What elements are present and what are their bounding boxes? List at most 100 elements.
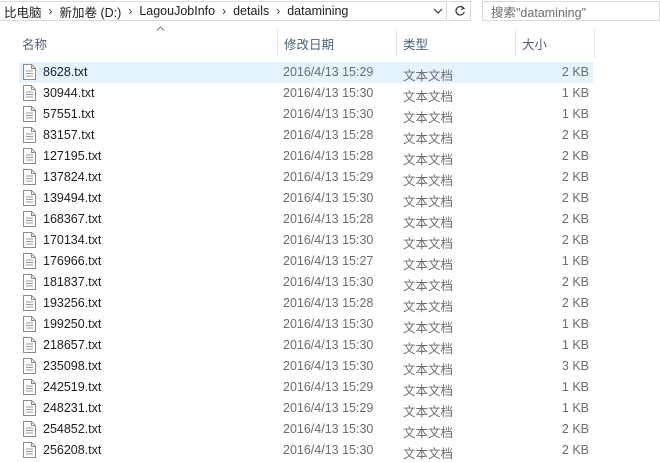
file-size: 2 KB — [561, 422, 589, 436]
text-file-icon — [23, 232, 36, 248]
breadcrumb-this-pc[interactable]: 比电脑 — [0, 2, 46, 20]
file-row[interactable]: 127195.txt 2016/4/13 15:28 文本文档 2 KB — [19, 146, 593, 167]
breadcrumb-separator[interactable]: › — [273, 4, 283, 18]
file-size: 2 KB — [561, 170, 589, 184]
file-name: 256208.txt — [43, 443, 102, 457]
column-header-type[interactable]: 类型 — [396, 29, 514, 57]
file-row[interactable]: 218657.txt 2016/4/13 15:30 文本文档 1 KB — [19, 335, 593, 356]
file-modified-date: 2016/4/13 15:28 — [283, 128, 374, 142]
file-type: 文本文档 — [403, 153, 454, 167]
file-type: 文本文档 — [403, 174, 454, 188]
file-modified-date: 2016/4/13 15:29 — [283, 380, 374, 394]
file-type: 文本文档 — [403, 342, 454, 356]
file-type: 文本文档 — [403, 90, 454, 104]
file-row[interactable]: 137824.txt 2016/4/13 15:29 文本文档 2 KB — [19, 167, 593, 188]
file-type: 文本文档 — [403, 279, 454, 293]
text-file-icon — [23, 379, 36, 395]
file-name: 57551.txt — [43, 107, 95, 121]
breadcrumb-separator[interactable]: › — [219, 4, 229, 18]
text-file-icon — [23, 274, 36, 290]
file-name: 199250.txt — [43, 317, 102, 331]
breadcrumb-details[interactable]: details — [229, 4, 273, 18]
file-name: 127195.txt — [43, 149, 102, 163]
file-modified-date: 2016/4/13 15:30 — [283, 317, 374, 331]
file-name: 254852.txt — [43, 422, 102, 436]
text-file-icon — [23, 64, 36, 80]
file-modified-date: 2016/4/13 15:28 — [283, 149, 374, 163]
file-size: 1 KB — [561, 317, 589, 331]
breadcrumb-drive-d[interactable]: 新加卷 (D:) — [56, 2, 126, 20]
column-header-date[interactable]: 修改日期 — [277, 29, 395, 57]
file-size: 3 KB — [561, 359, 589, 373]
column-header-size[interactable]: 大小 — [515, 29, 595, 57]
file-row[interactable]: 254852.txt 2016/4/13 15:30 文本文档 2 KB — [19, 419, 593, 440]
search-input[interactable]: 搜索"datamining" — [482, 1, 660, 21]
file-modified-date: 2016/4/13 15:28 — [283, 212, 374, 226]
file-row[interactable]: 256208.txt 2016/4/13 15:30 文本文档 2 KB — [19, 440, 593, 461]
navigation-bar: 比电脑 › 新加卷 (D:) › LagouJobInfo › details … — [0, 0, 660, 24]
file-type: 文本文档 — [403, 216, 454, 230]
text-file-icon — [23, 421, 36, 437]
file-size: 2 KB — [561, 296, 589, 310]
file-type: 文本文档 — [403, 132, 454, 146]
file-row[interactable]: 168367.txt 2016/4/13 15:28 文本文档 2 KB — [19, 209, 593, 230]
file-size: 2 KB — [561, 233, 589, 247]
address-bar[interactable]: 比电脑 › 新加卷 (D:) › LagouJobInfo › details … — [0, 1, 447, 21]
file-size: 2 KB — [561, 65, 589, 79]
file-size: 2 KB — [561, 275, 589, 289]
file-modified-date: 2016/4/13 15:30 — [283, 233, 374, 247]
breadcrumb-lagoujobinfo[interactable]: LagouJobInfo — [135, 4, 219, 18]
file-type: 文本文档 — [403, 237, 454, 251]
file-modified-date: 2016/4/13 15:29 — [283, 170, 374, 184]
file-row[interactable]: 8628.txt 2016/4/13 15:29 文本文档 2 KB — [19, 62, 593, 83]
file-row[interactable]: 170134.txt 2016/4/13 15:30 文本文档 2 KB — [19, 230, 593, 251]
text-file-icon — [23, 295, 36, 311]
file-name: 8628.txt — [43, 65, 88, 79]
breadcrumb-separator[interactable]: › — [125, 4, 135, 18]
file-row[interactable]: 193256.txt 2016/4/13 15:28 文本文档 2 KB — [19, 293, 593, 314]
text-file-icon — [23, 106, 36, 122]
file-name: 170134.txt — [43, 233, 102, 247]
file-row[interactable]: 181837.txt 2016/4/13 15:30 文本文档 2 KB — [19, 272, 593, 293]
address-history-dropdown[interactable] — [429, 2, 446, 20]
text-file-icon — [23, 211, 36, 227]
file-type: 文本文档 — [403, 426, 454, 440]
file-modified-date: 2016/4/13 15:27 — [283, 254, 374, 268]
breadcrumb-separator[interactable]: › — [46, 4, 56, 18]
file-size: 2 KB — [561, 149, 589, 163]
file-type: 文本文档 — [403, 300, 454, 314]
refresh-button[interactable] — [449, 1, 471, 21]
sort-ascending-icon — [156, 26, 165, 31]
file-size: 1 KB — [561, 107, 589, 121]
file-name: 248231.txt — [43, 401, 102, 415]
text-file-icon — [23, 127, 36, 143]
file-type: 文本文档 — [403, 447, 454, 461]
breadcrumb-datamining[interactable]: datamining — [283, 4, 352, 18]
text-file-icon — [23, 169, 36, 185]
file-size: 1 KB — [561, 401, 589, 415]
file-row[interactable]: 30944.txt 2016/4/13 15:30 文本文档 1 KB — [19, 83, 593, 104]
file-size: 2 KB — [561, 128, 589, 142]
file-modified-date: 2016/4/13 15:28 — [283, 296, 374, 310]
file-row[interactable]: 139494.txt 2016/4/13 15:30 文本文档 2 KB — [19, 188, 593, 209]
file-name: 193256.txt — [43, 296, 102, 310]
column-header-size-label: 大小 — [522, 37, 548, 52]
text-file-icon — [23, 316, 36, 332]
file-modified-date: 2016/4/13 15:30 — [283, 443, 374, 457]
file-row[interactable]: 235098.txt 2016/4/13 15:30 文本文档 3 KB — [19, 356, 593, 377]
file-size: 1 KB — [561, 254, 589, 268]
file-row[interactable]: 83157.txt 2016/4/13 15:28 文本文档 2 KB — [19, 125, 593, 146]
file-row[interactable]: 199250.txt 2016/4/13 15:30 文本文档 1 KB — [19, 314, 593, 335]
file-name: 83157.txt — [43, 128, 95, 142]
file-row[interactable]: 176966.txt 2016/4/13 15:27 文本文档 1 KB — [19, 251, 593, 272]
column-header-name[interactable]: 名称 — [16, 26, 276, 57]
file-modified-date: 2016/4/13 15:30 — [283, 359, 374, 373]
file-row[interactable]: 242519.txt 2016/4/13 15:29 文本文档 1 KB — [19, 377, 593, 398]
file-modified-date: 2016/4/13 15:30 — [283, 338, 374, 352]
file-modified-date: 2016/4/13 15:30 — [283, 86, 374, 100]
file-row[interactable]: 57551.txt 2016/4/13 15:30 文本文档 1 KB — [19, 104, 593, 125]
file-type: 文本文档 — [403, 111, 454, 125]
file-row[interactable]: 248231.txt 2016/4/13 15:29 文本文档 1 KB — [19, 398, 593, 419]
file-name: 235098.txt — [43, 359, 102, 373]
chevron-down-icon — [433, 8, 442, 14]
